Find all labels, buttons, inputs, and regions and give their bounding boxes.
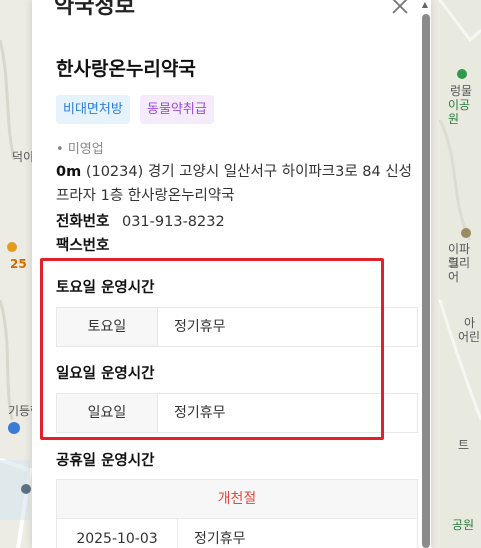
- sunday-hours-value: 정기휴무: [174, 405, 226, 421]
- business-status: • 미영업: [56, 138, 104, 157]
- close-icon[interactable]: [390, 0, 410, 16]
- holiday-name: 개천절: [56, 479, 418, 519]
- map-label: 이공원: [448, 98, 471, 126]
- map-label: 렁물: [450, 84, 473, 98]
- map-label: 25: [10, 257, 27, 271]
- saturday-hours-value: 정기휴무: [174, 319, 226, 335]
- saturday-hours-title: 토요일 운영시간: [56, 280, 155, 296]
- pharmacy-info-panel: 약국정보 ▲ 한사랑온누리약국 비대면처방 동물약취급 • 미영업 0m (10…: [32, 0, 431, 548]
- sunday-hours-row: 일요일 정기휴무: [56, 393, 418, 433]
- saturday-hours-row: 토요일 정기휴무: [56, 307, 418, 347]
- scrollbar-thumb[interactable]: [422, 14, 430, 548]
- phone-row: 전화번호 031-913-8232: [56, 210, 225, 231]
- holiday-date: 2025-10-03: [57, 519, 178, 548]
- badge-remote-prescription: 비대면처방: [56, 95, 130, 124]
- fax-label: 팩스번호: [56, 238, 110, 254]
- address-text: (10234) 경기 고양시 일산서구 하이파크3로 84 신성프라자 1층 한…: [56, 164, 413, 204]
- holiday-hours-row: 2025-10-03 정기휴무: [56, 519, 418, 548]
- phone-label: 전화번호: [56, 214, 110, 230]
- address-block: 0m (10234) 경기 고양시 일산서구 하이파크3로 84 신성프라자 1…: [56, 160, 418, 208]
- scroll-up-arrow-icon[interactable]: ▲: [420, 0, 430, 10]
- map-label: 공원: [452, 518, 475, 532]
- map-label: 덕이: [12, 150, 35, 164]
- sunday-day-label: 일요일: [57, 394, 158, 432]
- map-label: 아: [464, 316, 476, 330]
- status-text: 미영업: [67, 142, 104, 157]
- holiday-hours-title: 공휴일 운영시간: [56, 453, 155, 469]
- distance: 0m: [56, 164, 82, 180]
- holiday-hours-value: 정기휴무: [194, 531, 246, 547]
- badge-veterinary-drugs: 동물약취급: [140, 95, 214, 124]
- saturday-day-label: 토요일: [57, 308, 158, 346]
- map-label: 어린: [458, 330, 481, 344]
- map-label: 릴리어: [448, 256, 471, 284]
- phone-number[interactable]: 031-913-8232: [122, 214, 225, 230]
- map-label: 트: [458, 438, 470, 452]
- pharmacy-name: 한사랑온누리약국: [56, 58, 196, 80]
- status-dot-icon: •: [56, 142, 64, 157]
- panel-title: 약국정보: [54, 0, 135, 19]
- sunday-hours-title: 일요일 운영시간: [56, 366, 155, 382]
